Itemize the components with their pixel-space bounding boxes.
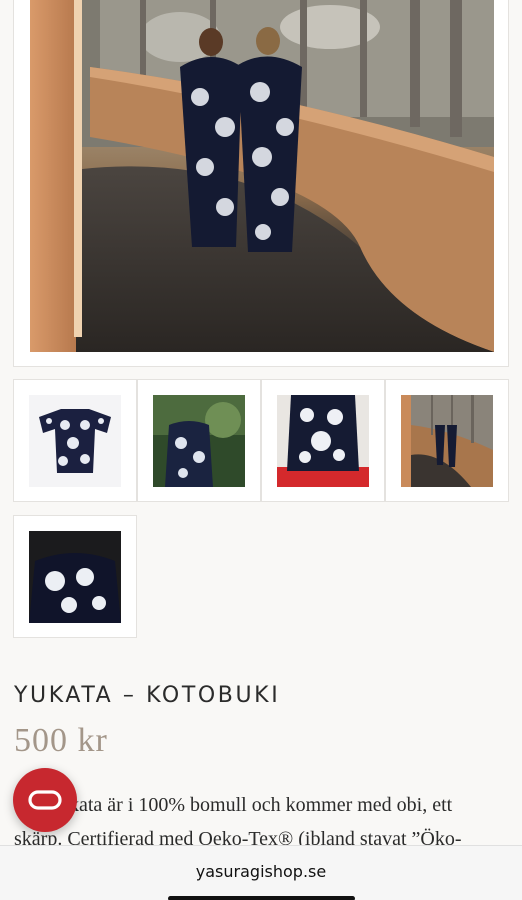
product-title: YUKATA – KOTOBUKI <box>14 683 281 708</box>
thumbnail-2[interactable] <box>137 379 261 502</box>
thumbnail-4[interactable] <box>385 379 509 502</box>
chat-button[interactable] <box>13 768 77 832</box>
browser-address-bar[interactable]: yasuragishop.se <box>0 845 522 900</box>
thumbnail-image <box>277 395 369 487</box>
product-price: 500 kr <box>14 722 108 759</box>
chat-loop-icon <box>28 790 62 810</box>
main-product-image-frame[interactable] <box>13 0 509 367</box>
thumbnail-1[interactable] <box>13 379 137 502</box>
thumbnail-image <box>153 395 245 487</box>
thumbnail-image <box>401 395 493 487</box>
thumbnail-image <box>29 531 121 623</box>
main-product-image[interactable] <box>30 0 494 352</box>
thumbnail-3[interactable] <box>261 379 385 502</box>
url-text[interactable]: yasuragishop.se <box>0 862 522 881</box>
home-indicator[interactable] <box>168 896 355 900</box>
thumbnail-image <box>29 395 121 487</box>
description-line: Vår yukata är i 100% bomull och kommer m… <box>14 794 453 816</box>
thumbnail-5[interactable] <box>13 515 137 638</box>
